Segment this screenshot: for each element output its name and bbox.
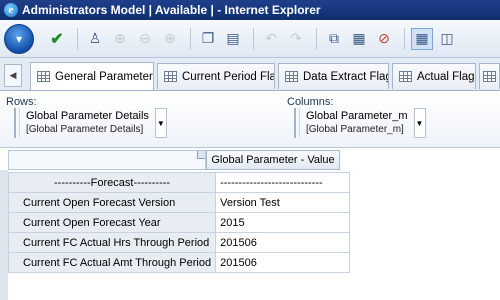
cell-value[interactable]: 2015 [215, 212, 351, 233]
cell-value[interactable]: 201506 [215, 232, 351, 253]
toolbar-separator [404, 27, 405, 50]
internet-explorer-icon: e [4, 3, 18, 17]
row-header[interactable]: ----------Forecast---------- [7, 172, 217, 193]
rows-label: Rows: [6, 96, 37, 108]
grid-icon [483, 71, 496, 82]
columns-dimension-selector[interactable]: Global Parameter_m [Global Parameter_m] … [294, 108, 426, 138]
split-view-icon[interactable]: ◫ [436, 28, 458, 50]
tab-actual-flag[interactable]: Actual Flag [392, 63, 476, 89]
cell-value[interactable]: Version Test [215, 192, 351, 213]
chevron-down-icon[interactable]: ▼ [413, 108, 426, 138]
table-row: Current Open Forecast Version Version Te… [7, 192, 351, 213]
tab-scroll-left-icon[interactable]: ◀ [4, 64, 22, 87]
table-row: Current FC Actual Hrs Through Period 201… [7, 232, 351, 253]
window-title: Administrators Model | Available | - Int… [22, 3, 321, 17]
grid-corner [8, 150, 206, 170]
menu-circle-icon[interactable]: ▾ [4, 23, 34, 54]
dimension-area: Rows: Global Parameter Details [Global P… [0, 92, 500, 148]
rows-dimension-name: Global Parameter Details [26, 110, 149, 122]
undo-icon[interactable]: ↶ [260, 28, 282, 50]
copy-icon[interactable]: ❐ [197, 28, 219, 50]
tab-general-parameters[interactable]: General Parameters [30, 62, 154, 90]
grid-view-icon[interactable]: ▦ [411, 27, 433, 50]
chevron-down-icon[interactable]: ▼ [154, 108, 167, 138]
cell-value[interactable]: ---------------------------- [215, 172, 351, 193]
grid-table: ----------Forecast---------- -----------… [7, 172, 351, 273]
tab-strip: ◀ General Parameters Current Period Flag… [0, 58, 500, 91]
column-header[interactable]: Global Parameter - Value [206, 150, 340, 170]
users-icon[interactable]: ♙ [84, 28, 106, 50]
columns-label: Columns: [287, 96, 334, 108]
row-header[interactable]: Current Open Forecast Version [7, 192, 217, 213]
rows-dimension-text: Global Parameter Details [Global Paramet… [26, 108, 149, 138]
rows-dimension-sub: [Global Parameter Details] [26, 124, 144, 135]
add-circle-icon[interactable]: ⊕ [109, 28, 131, 50]
row-header[interactable]: Current Open Forecast Year [7, 212, 217, 233]
drag-handle-icon[interactable] [14, 108, 20, 138]
tab-data-extract-flag[interactable]: Data Extract Flag [278, 63, 389, 89]
toolbar-separator [316, 27, 317, 50]
tab-label: Data Extract Flag [303, 70, 389, 83]
tab-overflow[interactable] [479, 63, 500, 89]
grid-icon [399, 71, 412, 82]
toolbar-separator [190, 27, 191, 50]
tab-label: Actual Flag [417, 70, 475, 83]
toolbar-separator [253, 27, 254, 50]
columns-dimension-text: Global Parameter_m [Global Parameter_m] [306, 108, 408, 138]
grid-icon [164, 71, 177, 82]
row-strip [0, 170, 8, 300]
redo-icon[interactable]: ↷ [285, 28, 307, 50]
grid-icon [37, 71, 50, 82]
toolbar-separator [77, 27, 78, 50]
table-row: Current Open Forecast Year 2015 [7, 212, 351, 233]
table-row: ----------Forecast---------- -----------… [7, 172, 351, 193]
no-entry-icon[interactable]: ⊘ [373, 28, 395, 50]
corner-marker-icon [197, 151, 205, 159]
tab-label: General Parameters [55, 70, 154, 83]
paste-icon[interactable]: ▤ [222, 28, 244, 50]
add-circle-alt-icon[interactable]: ⊕ [159, 28, 181, 50]
remove-circle-icon[interactable]: ⊖ [134, 28, 156, 50]
row-header[interactable]: Current FC Actual Hrs Through Period [7, 232, 217, 253]
grid-icon [285, 71, 298, 82]
apply-check-icon[interactable]: ✔ [46, 28, 68, 50]
columns-dimension-name: Global Parameter_m [306, 110, 408, 122]
tab-current-period-flag[interactable]: Current Period Flag [157, 63, 275, 89]
data-grid: Global Parameter - Value ----------Forec… [0, 148, 500, 300]
calendar-icon[interactable]: ▦ [348, 28, 370, 50]
toolbar: ▾ ✔ ♙ ⊕ ⊖ ⊕ ❐ ▤ ↶ ↷ ⧉ ▦ ⊘ ▦ ◫ [0, 20, 500, 58]
columns-dimension-sub: [Global Parameter_m] [306, 124, 404, 135]
window-icon[interactable]: ⧉ [323, 28, 345, 50]
table-row: Current FC Actual Amt Through Period 201… [7, 252, 351, 273]
rows-dimension-selector[interactable]: Global Parameter Details [Global Paramet… [14, 108, 167, 138]
tab-label: Current Period Flag [182, 70, 275, 83]
window-title-bar: e Administrators Model | Available | - I… [0, 0, 500, 20]
drag-handle-icon[interactable] [294, 108, 300, 138]
row-header[interactable]: Current FC Actual Amt Through Period [7, 252, 217, 273]
cell-value[interactable]: 201506 [215, 252, 351, 273]
